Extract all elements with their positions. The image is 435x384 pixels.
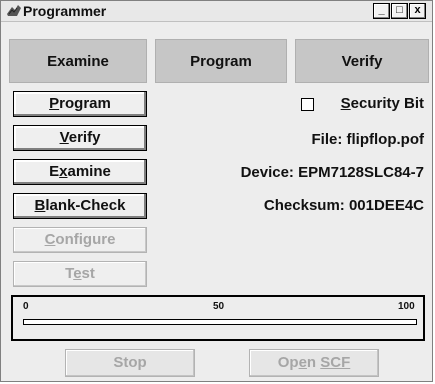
blank-check-accel: B bbox=[34, 197, 46, 214]
verify-label: erify bbox=[68, 129, 101, 146]
security-bit-label[interactable]: Security Bit bbox=[341, 95, 424, 112]
progress-tick-50: 50 bbox=[213, 301, 225, 312]
examine-label: amine bbox=[67, 163, 111, 180]
title-bar: Programmer _ □ x bbox=[1, 1, 432, 22]
verify-accel: V bbox=[59, 129, 69, 146]
window-controls: _ □ x bbox=[373, 3, 426, 19]
blank-check-label: lank-Check bbox=[45, 197, 126, 214]
open-scf-accel: e bbox=[298, 354, 307, 371]
configure-accel: C bbox=[44, 231, 56, 248]
program-accel: P bbox=[49, 95, 60, 112]
verify-button[interactable]: Verify bbox=[13, 125, 147, 151]
configure-button[interactable]: Configure bbox=[13, 227, 147, 253]
tab-program[interactable]: Program bbox=[155, 39, 287, 83]
mode-tabs: Examine Program Verify bbox=[9, 39, 429, 85]
progress-tick-0: 0 bbox=[23, 301, 29, 312]
open-scf-button[interactable]: Open SCF bbox=[249, 349, 379, 377]
programmer-window: Programmer _ □ x Examine Program Verify … bbox=[0, 0, 433, 382]
progress-tick-100: 100 bbox=[398, 301, 415, 312]
open-scf-pre: Op bbox=[277, 354, 299, 371]
security-bit-checkbox[interactable] bbox=[301, 98, 314, 111]
security-bit-accel: S bbox=[340, 95, 351, 112]
examine-accel: x bbox=[59, 163, 68, 180]
tab-verify[interactable]: Verify bbox=[295, 39, 429, 83]
test-pre: T bbox=[65, 265, 74, 282]
tab-examine[interactable]: Examine bbox=[9, 39, 147, 83]
file-info: File: flipflop.pof bbox=[311, 131, 424, 148]
security-bit-text: ecurity Bit bbox=[350, 95, 424, 112]
stop-button[interactable]: Stop bbox=[65, 349, 195, 377]
progress-panel: 0 50 100 bbox=[11, 295, 425, 341]
test-label: st bbox=[81, 265, 95, 282]
open-scf-mid: n bbox=[306, 354, 321, 371]
examine-pre: E bbox=[49, 163, 60, 180]
device-info: Device: EPM7128SLC84-7 bbox=[240, 164, 424, 181]
maximize-button[interactable]: □ bbox=[391, 3, 408, 19]
test-button[interactable]: Test bbox=[13, 261, 147, 287]
open-scf-accel2: SCF bbox=[320, 354, 351, 371]
blank-check-button[interactable]: Blank-Check bbox=[13, 193, 147, 219]
checksum-info: Checksum: 001DEE4C bbox=[263, 197, 424, 214]
test-accel: e bbox=[73, 265, 82, 282]
program-label: rogram bbox=[59, 95, 111, 112]
minimize-button[interactable]: _ bbox=[373, 3, 390, 19]
programmer-app-icon bbox=[7, 5, 21, 16]
program-button[interactable]: Program bbox=[13, 91, 147, 117]
configure-label: onfigure bbox=[55, 231, 116, 248]
window-title: Programmer bbox=[23, 3, 107, 19]
progress-bar bbox=[23, 319, 417, 325]
examine-button[interactable]: Examine bbox=[13, 159, 147, 185]
close-button[interactable]: x bbox=[409, 3, 426, 19]
